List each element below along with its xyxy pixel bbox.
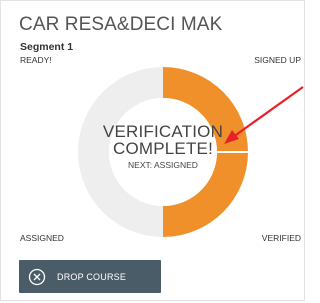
annotation-arrow [224, 86, 304, 144]
drop-course-label: DROP COURSE [57, 271, 127, 282]
drop-course-button[interactable]: DROP COURSE [19, 260, 161, 293]
stage-label-verified: VERIFIED [261, 233, 301, 243]
course-status-card: CAR RESA&DECI MAK Segment 1 READY! SIGNE… [0, 0, 305, 301]
close-circle-icon [28, 268, 46, 286]
stage-label-assigned: ASSIGNED [20, 233, 64, 243]
